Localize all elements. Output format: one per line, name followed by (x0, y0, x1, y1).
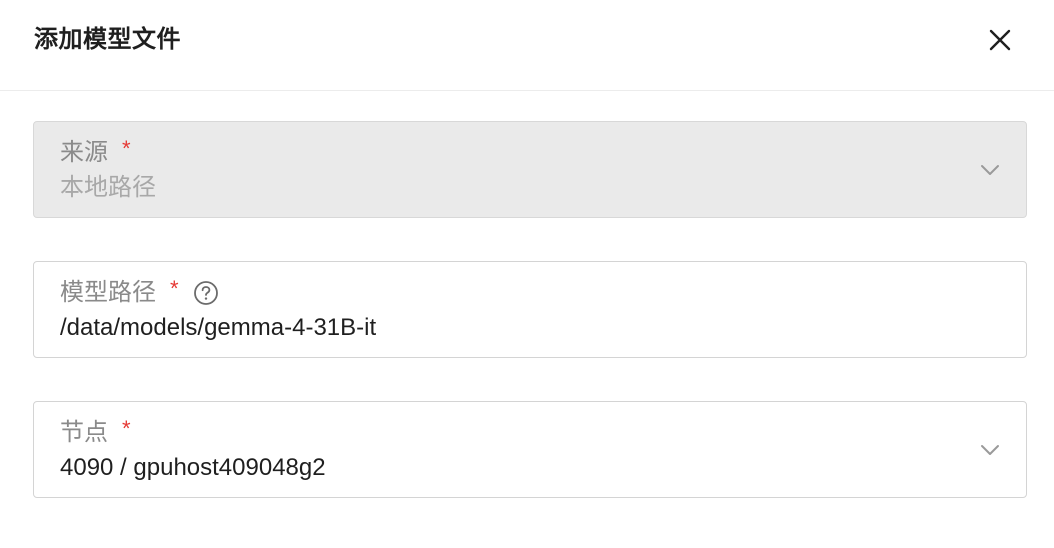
chevron-down-icon (981, 165, 999, 175)
add-model-file-dialog: 添加模型文件 来源 * 本地路径 模型路径 * /data/models/gem… (0, 0, 1054, 548)
node-value: 4090 / gpuhost409048g2 (60, 454, 326, 481)
node-label-text: 节点 (60, 419, 108, 446)
close-button[interactable] (980, 20, 1020, 60)
source-value: 本地路径 (60, 174, 156, 201)
node-select[interactable]: 节点 * 4090 / gpuhost409048g2 (33, 401, 1027, 498)
source-label-text: 来源 (60, 139, 108, 166)
dialog-header: 添加模型文件 (0, 0, 1054, 91)
model-path-label-text: 模型路径 (60, 279, 156, 306)
model-path-field[interactable]: 模型路径 * /data/models/gemma-4-31B-it (33, 261, 1027, 358)
question-circle-icon[interactable] (193, 280, 219, 306)
chevron-down-icon (981, 445, 999, 455)
source-label: 来源 * (60, 138, 131, 168)
required-mark: * (122, 136, 131, 161)
dialog-title: 添加模型文件 (34, 26, 181, 53)
source-select[interactable]: 来源 * 本地路径 (33, 121, 1027, 218)
node-label: 节点 * (60, 418, 131, 448)
model-path-label: 模型路径 * (60, 278, 219, 308)
required-mark: * (170, 276, 179, 301)
model-path-value[interactable]: /data/models/gemma-4-31B-it (60, 313, 376, 343)
close-icon (989, 29, 1011, 51)
required-mark: * (122, 416, 131, 441)
